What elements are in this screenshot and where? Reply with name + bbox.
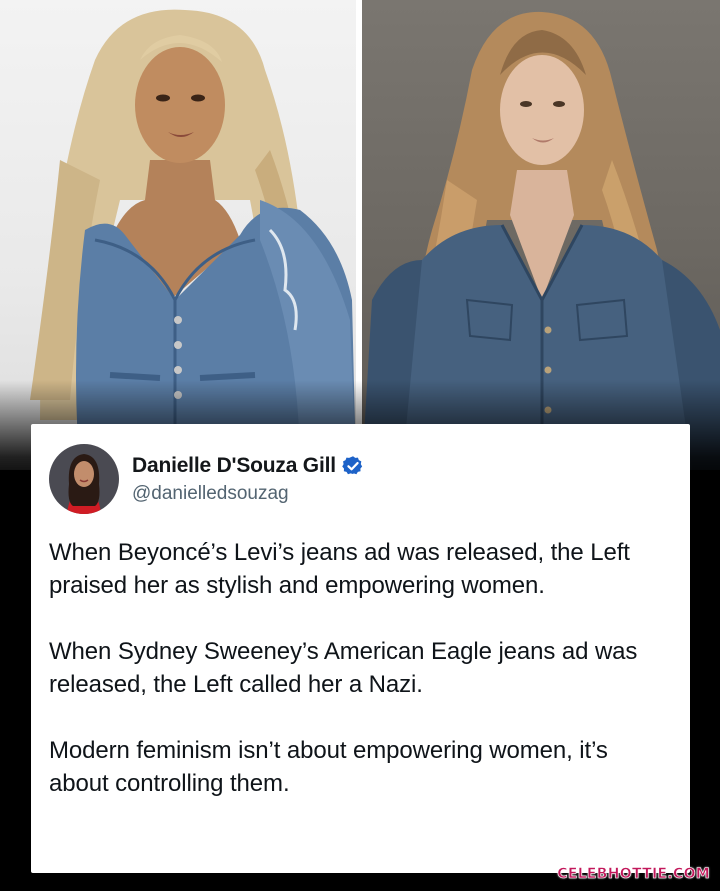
profile-photo-icon	[49, 444, 119, 514]
verified-badge-icon	[342, 455, 362, 474]
user-handle[interactable]: @danielledsouzag	[132, 483, 364, 505]
watermark: CELEBHOTTIE.COM	[557, 866, 710, 883]
tweet-paragraph: When Beyoncé’s Levi’s jeans ad was relea…	[49, 539, 630, 599]
meme-image: Danielle D'Souza Gill @danielledsouzag W…	[0, 0, 720, 891]
tweet-paragraph: Modern feminism isn’t about empowering w…	[49, 737, 608, 797]
tweet-text: When Beyoncé’s Levi’s jeans ad was relea…	[49, 536, 672, 800]
tweet-paragraph: When Sydney Sweeney’s American Eagle jea…	[49, 638, 638, 698]
avatar[interactable]	[49, 444, 119, 514]
display-name[interactable]: Danielle D'Souza Gill	[132, 454, 336, 478]
tweet-card: Danielle D'Souza Gill @danielledsouzag W…	[31, 424, 690, 873]
tweet-header: Danielle D'Souza Gill @danielledsouzag	[49, 436, 672, 522]
